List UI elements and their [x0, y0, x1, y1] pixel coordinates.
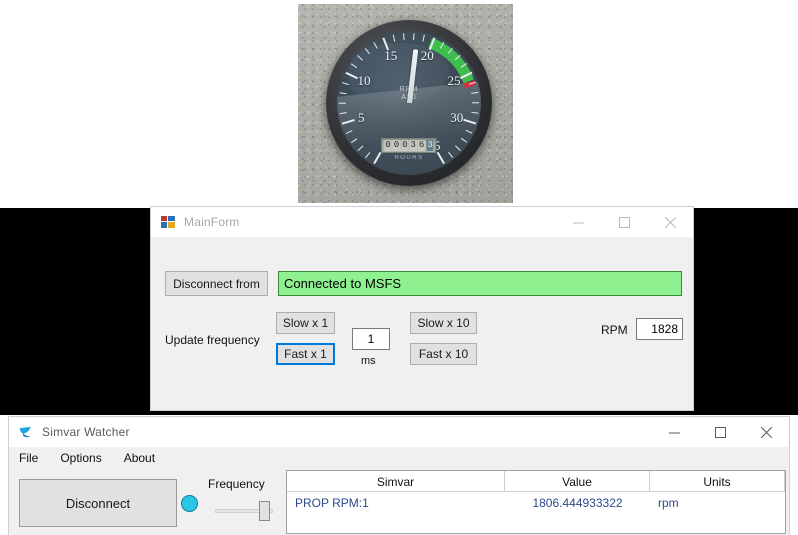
simvar-content: Disconnect Frequency Simvar Value Units …	[9, 469, 789, 535]
gauge-scale-label: 20	[421, 48, 434, 64]
cell-value: 1806.444933322	[505, 492, 650, 514]
cell-simvar: PROP RPM:1	[287, 492, 505, 514]
screen: 05101520253035 RPM A20 000363 HOURS	[0, 0, 798, 535]
minimize-icon[interactable]	[555, 207, 601, 237]
bird-icon	[18, 424, 34, 440]
hour-meter-digit: 3	[410, 140, 417, 151]
maximize-icon[interactable]	[601, 207, 647, 237]
hour-meter-digit: 0	[393, 140, 400, 151]
column-header-simvar[interactable]: Simvar	[287, 471, 505, 492]
mainform-titlebar[interactable]: MainForm	[151, 207, 693, 237]
cell-units: rpm	[650, 492, 785, 514]
gauge-scale-label: 25	[448, 73, 461, 89]
frequency-label: Frequency	[208, 477, 265, 491]
mainform-window-controls	[555, 207, 693, 237]
slow-x10-button[interactable]: Slow x 10	[410, 312, 477, 334]
mainform-title: MainForm	[184, 215, 240, 229]
fast-x10-button[interactable]: Fast x 10	[410, 343, 477, 365]
minimize-icon[interactable]	[651, 417, 697, 447]
simvar-menubar: File Options About	[9, 447, 789, 469]
slow-x1-button[interactable]: Slow x 1	[276, 312, 335, 334]
interval-units-label: ms	[361, 355, 376, 367]
slider-thumb[interactable]	[259, 501, 270, 521]
close-icon[interactable]	[647, 207, 693, 237]
hour-meter-digit: 6	[418, 140, 425, 151]
rpm-label: RPM	[601, 323, 628, 337]
gauge-scale-label: 30	[450, 110, 463, 126]
close-icon[interactable]	[743, 417, 789, 447]
simvar-watcher-window: Simvar Watcher File Options About Discon…	[8, 416, 790, 535]
hour-meter: 000363	[381, 138, 436, 153]
interval-input[interactable]: 1	[352, 328, 390, 350]
gauge-dial: 05101520253035 RPM A20 000363 HOURS	[337, 31, 481, 175]
frequency-slider[interactable]	[215, 501, 273, 521]
gauge-scale-label: 15	[384, 48, 397, 64]
disconnect-from-button[interactable]: Disconnect from	[165, 271, 268, 296]
simvar-table: Simvar Value Units PROP RPM:1 1806.44493…	[286, 470, 786, 534]
update-frequency-label: Update frequency	[165, 333, 260, 347]
gauge-scale-label: 10	[357, 73, 370, 89]
mainform-body: Disconnect from Connected to MSFS Update…	[151, 237, 693, 412]
menu-item-file[interactable]: File	[17, 450, 40, 466]
maximize-icon[interactable]	[697, 417, 743, 447]
mainform-window: MainForm Disconnect from Connected to MS…	[150, 206, 694, 411]
table-row[interactable]: PROP RPM:1 1806.444933322 rpm	[287, 492, 785, 514]
simvar-titlebar[interactable]: Simvar Watcher	[9, 417, 789, 447]
gauge-bezel: 05101520253035 RPM A20 000363 HOURS	[326, 20, 492, 186]
menu-item-options[interactable]: Options	[58, 450, 103, 466]
hour-meter-digit: 0	[401, 140, 408, 151]
connection-status-banner: Connected to MSFS	[278, 271, 682, 296]
hour-meter-tenths-digit: 3	[426, 140, 433, 151]
fast-x1-button[interactable]: Fast x 1	[276, 343, 335, 365]
rpm-value-field[interactable]: 1828	[636, 318, 683, 340]
menu-item-about[interactable]: About	[122, 450, 157, 466]
hour-meter-units-label: HOURS	[394, 155, 423, 161]
simvar-title: Simvar Watcher	[42, 425, 130, 439]
winforms-app-icon	[160, 214, 176, 230]
connected-indicator	[181, 495, 198, 512]
disconnect-button[interactable]: Disconnect	[19, 479, 177, 527]
simvar-window-controls	[651, 417, 789, 447]
column-header-value[interactable]: Value	[505, 471, 650, 492]
column-header-units[interactable]: Units	[650, 471, 785, 492]
tachometer-photo: 05101520253035 RPM A20 000363 HOURS	[298, 4, 513, 203]
table-header-row: Simvar Value Units	[287, 471, 785, 492]
hour-meter-digit: 0	[384, 140, 391, 151]
gauge-scale-label: 5	[358, 110, 365, 126]
